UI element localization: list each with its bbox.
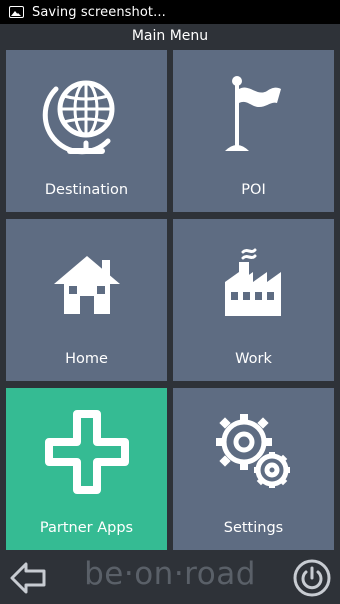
home-tile[interactable]: Home — [6, 219, 167, 381]
back-button[interactable] — [8, 560, 48, 596]
status-text: Saving screenshot... — [32, 4, 166, 20]
settings-tile[interactable]: Settings — [173, 388, 334, 550]
page-title: Main Menu — [131, 28, 209, 44]
app-screen: Main Menu Destination POI Home Work Part… — [0, 24, 340, 604]
partner-apps-tile[interactable]: Partner Apps — [6, 388, 167, 550]
poi-label: POI — [241, 182, 266, 198]
flag-icon — [173, 50, 334, 178]
destination-label: Destination — [44, 182, 129, 198]
settings-label: Settings — [223, 520, 284, 536]
globe-icon — [6, 50, 167, 178]
poi-tile[interactable]: POI — [173, 50, 334, 212]
home-label: Home — [65, 351, 108, 367]
destination-tile[interactable]: Destination — [6, 50, 167, 212]
power-button[interactable] — [292, 558, 332, 598]
brand-logo: be·on·road — [84, 556, 256, 592]
work-label: Work — [235, 351, 272, 367]
factory-icon — [173, 219, 334, 347]
partner-apps-label: Partner Apps — [39, 520, 134, 536]
gears-icon — [173, 388, 334, 516]
work-tile[interactable]: Work — [173, 219, 334, 381]
image-icon — [9, 6, 24, 18]
arrow-left-icon — [10, 562, 46, 594]
plus-icon — [6, 388, 167, 516]
power-icon — [293, 559, 331, 597]
footer-bar: be·on·road — [0, 552, 340, 604]
house-icon — [6, 219, 167, 347]
status-bar: Saving screenshot... — [0, 0, 340, 24]
